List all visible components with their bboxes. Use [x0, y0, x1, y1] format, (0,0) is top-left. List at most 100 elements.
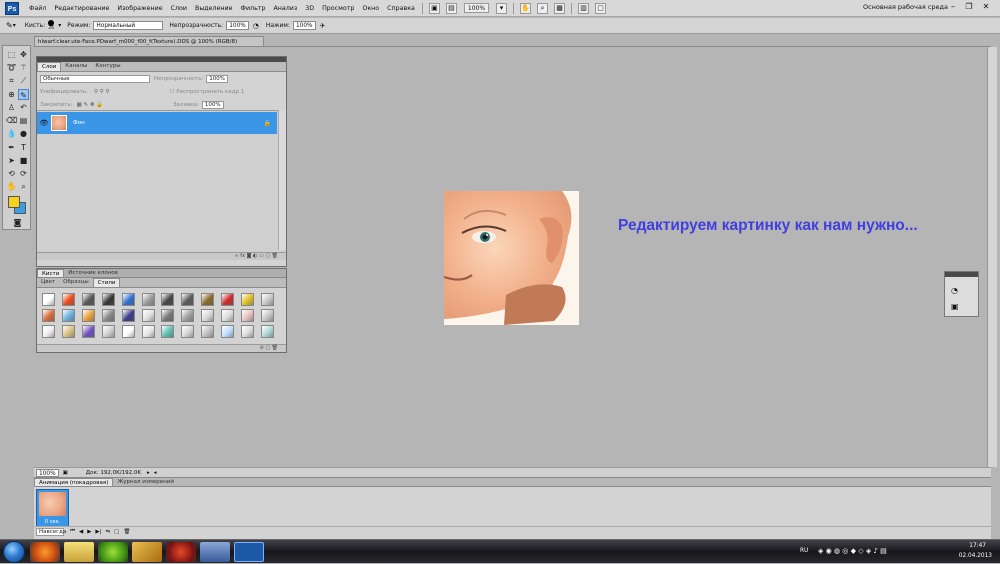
status-icon[interactable]: ▣ — [63, 470, 68, 476]
brush-tool-icon[interactable]: ✎ — [6, 21, 13, 30]
style-swatch[interactable] — [62, 293, 76, 306]
trash-icon[interactable]: 🗑 — [272, 253, 278, 259]
3d-orbit-icon[interactable]: ⟳ — [18, 168, 29, 179]
layers-scrollbar[interactable] — [278, 110, 286, 250]
style-swatch[interactable] — [260, 293, 274, 306]
firefox-icon[interactable] — [30, 542, 60, 562]
prev-frame-icon[interactable]: ◀ — [79, 529, 83, 535]
style-swatch[interactable] — [260, 325, 274, 338]
menu-help[interactable]: Справка — [383, 5, 419, 12]
play-icon[interactable]: ▶ — [87, 529, 91, 535]
game-icon[interactable] — [166, 542, 196, 562]
blend-mode-select[interactable]: Обычные — [40, 74, 150, 83]
menu-file[interactable]: Файл — [25, 5, 50, 12]
style-swatch[interactable] — [121, 309, 135, 322]
propagate-checkbox[interactable]: ☐ — [169, 89, 174, 95]
history-brush-icon[interactable]: ↶ — [18, 102, 29, 113]
lasso-tool-icon[interactable]: ➰ — [6, 62, 17, 73]
trash-icon[interactable]: 🗑 — [272, 345, 278, 351]
eyedropper-icon[interactable]: ⟋ — [18, 75, 29, 86]
zoom-select[interactable]: 100% — [463, 3, 490, 13]
tab-channels[interactable]: Каналы — [61, 62, 91, 71]
restore-icon[interactable]: ❐ — [963, 2, 975, 11]
style-swatch[interactable] — [201, 293, 215, 306]
style-swatch[interactable] — [42, 325, 56, 338]
style-swatch[interactable] — [141, 325, 155, 338]
flow-input[interactable]: 100% — [292, 21, 316, 30]
healing-brush-icon[interactable]: ⊕ — [6, 89, 17, 100]
blur-tool-icon[interactable]: 💧 — [6, 128, 17, 139]
language-indicator[interactable]: RU — [800, 548, 808, 554]
style-swatch[interactable] — [181, 325, 195, 338]
layer-row[interactable]: 👁 Фон 🔒 — [37, 112, 277, 134]
style-swatch[interactable] — [240, 293, 254, 306]
navigator-icon[interactable]: ◔ — [951, 286, 958, 295]
link-layers-icon[interactable]: ∞ — [235, 253, 239, 259]
brush-preset-picker[interactable]: 26 — [48, 20, 55, 31]
visibility-eye-icon[interactable]: 👁 — [37, 119, 51, 127]
zoom-tool-icon[interactable]: ⌕ — [537, 2, 549, 14]
duplicate-frame-icon[interactable]: ▢ — [114, 529, 119, 535]
style-swatch[interactable] — [82, 325, 96, 338]
trash-icon[interactable]: 🗑 — [123, 529, 130, 535]
zoom-tool-icon[interactable]: ⌕ — [18, 181, 29, 192]
minibridge-icon[interactable]: ▤ — [445, 2, 457, 14]
canvas-image[interactable] — [444, 191, 579, 325]
tab-layers[interactable]: Слои — [37, 62, 62, 71]
clock-date[interactable]: 02.04.2013 — [959, 553, 992, 559]
menu-analysis[interactable]: Анализ — [269, 5, 301, 12]
icq-icon[interactable] — [98, 542, 128, 562]
chevron-down-icon[interactable]: ▾ — [496, 2, 508, 14]
tab-clone-source[interactable]: Источник клонов — [64, 269, 122, 277]
style-swatch[interactable] — [101, 293, 115, 306]
chevron-down-icon[interactable]: ▾ — [13, 22, 16, 29]
move-tool-icon[interactable]: ✥ — [18, 49, 29, 60]
pressure-opacity-icon[interactable]: ◔ — [253, 22, 259, 30]
bridge-icon[interactable]: ▣ — [428, 2, 440, 14]
menu-select[interactable]: Выделение — [191, 5, 237, 12]
style-swatch[interactable] — [42, 309, 56, 322]
workspace-switcher[interactable]: Основная рабочая среда — [863, 3, 948, 11]
style-swatch[interactable] — [141, 293, 155, 306]
quick-mask-icon[interactable]: ◙ — [12, 217, 23, 228]
animation-frame[interactable]: 0 сек. — [36, 489, 69, 527]
menu-view[interactable]: Просмотр — [318, 5, 358, 12]
menu-filter[interactable]: Фильтр — [237, 5, 270, 12]
style-swatch[interactable] — [121, 325, 135, 338]
path-selection-icon[interactable]: ➤ — [6, 155, 17, 166]
vertical-scrollbar[interactable] — [987, 47, 997, 467]
style-swatch[interactable] — [82, 293, 96, 306]
screen-mode-icon[interactable]: ▢ — [595, 2, 607, 14]
minimize-icon[interactable]: – — [947, 2, 959, 11]
tab-color[interactable]: Цвет — [37, 278, 59, 287]
hand-tool-icon[interactable]: ✋ — [520, 2, 532, 14]
start-button[interactable] — [3, 541, 25, 563]
tab-animation[interactable]: Анимация (покадровая) — [34, 478, 114, 486]
chevron-down-icon[interactable]: ▾ — [58, 22, 61, 29]
tab-brushes[interactable]: Кисти — [37, 269, 65, 277]
menu-layers[interactable]: Слои — [167, 5, 191, 12]
lock-icons[interactable]: ▦ ✎ ✥ 🔒 — [77, 102, 104, 108]
style-swatch[interactable] — [181, 309, 195, 322]
arrange-documents-icon[interactable]: ▥ — [578, 2, 590, 14]
chevron-left-icon[interactable]: ◂ — [154, 470, 157, 476]
next-frame-icon[interactable]: ▶| — [95, 529, 101, 535]
tab-styles[interactable]: Стили — [92, 278, 121, 287]
style-swatch[interactable] — [121, 293, 135, 306]
style-swatch[interactable] — [201, 325, 215, 338]
style-swatch[interactable] — [62, 325, 76, 338]
style-swatch[interactable] — [240, 325, 254, 338]
chevron-right-icon[interactable]: ▸ — [147, 470, 150, 476]
style-swatch[interactable] — [141, 309, 155, 322]
style-swatch[interactable] — [161, 309, 175, 322]
airbrush-icon[interactable]: ✈ — [320, 22, 326, 30]
clock-time[interactable]: 17:47 — [969, 543, 986, 549]
crop-tool-icon[interactable]: ⌗ — [6, 75, 17, 86]
frame-delay[interactable]: 0 сек. — [37, 519, 68, 525]
style-swatch[interactable] — [220, 325, 234, 338]
grid-icon[interactable]: ▦ — [554, 2, 566, 14]
style-swatch[interactable] — [220, 293, 234, 306]
tab-swatches[interactable]: Образцы — [59, 278, 93, 287]
style-swatch[interactable] — [240, 309, 254, 322]
explorer-icon[interactable] — [64, 542, 94, 562]
